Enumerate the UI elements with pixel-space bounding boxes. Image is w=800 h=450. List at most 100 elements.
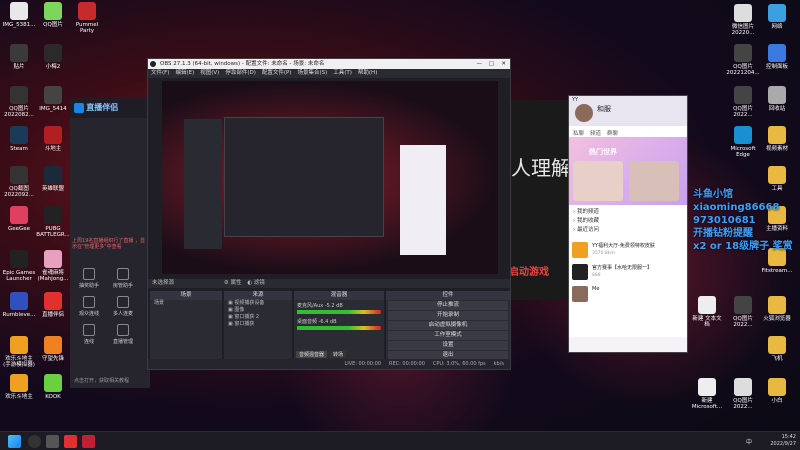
desktop-icon[interactable]: QQ图片 20221204...: [726, 44, 760, 76]
control-button[interactable]: 设置: [388, 341, 508, 350]
zhibo-bottom-hint[interactable]: 点击打开，获取相关教程: [74, 377, 129, 384]
obs-menu-item[interactable]: 编辑(E): [175, 69, 194, 78]
stream-sub: 启动游戏: [509, 267, 549, 278]
control-button[interactable]: 启动虚拟摄像机: [388, 321, 508, 330]
scene-item[interactable]: 场景: [150, 300, 222, 307]
desktop-icon[interactable]: Rumbleve...: [2, 292, 36, 318]
lang-indicator[interactable]: 中: [746, 437, 752, 446]
dock-scenes: 场景 场景: [150, 291, 222, 359]
source-item[interactable]: ▣ 视频捕获设备: [224, 300, 292, 307]
zhibo-window[interactable]: 直播伴侣 上周19名直播组织行了直播 ，显示在"管理更多"中查看 抽奖助手 房管助…: [70, 98, 150, 388]
yy-menu-item[interactable]: › 我的收藏: [573, 217, 683, 226]
desktop-icon[interactable]: QQ图片: [36, 2, 70, 28]
obs-menu-item[interactable]: 停靠部件(D): [225, 69, 256, 78]
zhibo-tool[interactable]: 房管助手: [108, 268, 138, 289]
yy-tab[interactable]: 频道: [590, 129, 601, 137]
maximize-icon[interactable]: □: [489, 59, 494, 69]
control-button[interactable]: 开始录制: [388, 311, 508, 320]
start-icon[interactable]: [8, 435, 21, 448]
desktop-icon[interactable]: QQ图片 2022082...: [2, 86, 36, 118]
source-item[interactable]: ▣ 窗口捕获: [224, 321, 292, 328]
obs-preview[interactable]: [162, 81, 498, 274]
filters-button[interactable]: 滤镜: [254, 280, 265, 286]
desktop-icon[interactable]: 微信图片 20220...: [726, 4, 760, 36]
close-icon[interactable]: ✕: [501, 59, 506, 69]
avatar[interactable]: [575, 104, 593, 122]
desktop-icon[interactable]: IMG_5414: [36, 86, 70, 112]
filter-icon[interactable]: ◐: [247, 280, 252, 286]
desktop-icon[interactable]: 控制面板: [760, 44, 794, 70]
obs-menu-item[interactable]: 视图(V): [200, 69, 219, 78]
desktop-icon[interactable]: 英雄联盟: [36, 166, 70, 192]
desktop-icon[interactable]: 新建 文本文档: [690, 296, 724, 328]
desktop-icon[interactable]: QQ图片 2022...: [726, 296, 760, 328]
desktop-icon[interactable]: 欢乐斗地主 (手游模拟器): [2, 336, 36, 368]
desktop-icon[interactable]: 视频素材: [760, 126, 794, 152]
desktop-icon[interactable]: 火狐浏览器: [760, 296, 794, 322]
stream-preview-window[interactable]: 人理解 启动游戏: [505, 100, 575, 300]
desktop-icon[interactable]: QQ图片 2022...: [726, 86, 760, 118]
yy-menu-item[interactable]: › 最近访问: [573, 226, 683, 235]
desktop-icon[interactable]: Microsoft Edge: [726, 126, 760, 158]
desktop-icon[interactable]: GeeGee: [2, 206, 36, 232]
desktop-icon[interactable]: 雀魂麻将 (Mahjong...: [36, 250, 70, 282]
desktop-icon[interactable]: QQ截图 2022092...: [2, 166, 36, 198]
yy-title: YY: [572, 97, 579, 103]
yy-list-row[interactable]: 官方赛事【水哈无限服一】 888: [572, 263, 684, 283]
yy-tab[interactable]: 群聊: [607, 129, 618, 137]
zhibo-tool[interactable]: 抽奖助手: [74, 268, 104, 289]
desktop-icon[interactable]: 小梅2: [36, 44, 70, 70]
desktop-icon[interactable]: QQ图片 2022...: [726, 378, 760, 410]
app-taskbar-icon[interactable]: [82, 435, 95, 448]
source-item[interactable]: ▣ 窗口捕获 2: [224, 314, 292, 321]
mixer-tab[interactable]: 转场: [330, 351, 347, 358]
desktop-icon[interactable]: 欢乐斗地主: [2, 374, 36, 400]
mixer-tab[interactable]: 音频混音器: [296, 351, 328, 358]
minimize-icon[interactable]: —: [477, 59, 483, 69]
desktop-icon[interactable]: 斗地主: [36, 126, 70, 152]
obs-window[interactable]: OBS 27.1.3 (64-bit, windows) - 配置文件: 未命名…: [147, 58, 511, 370]
desktop-icon[interactable]: 网络: [760, 4, 794, 30]
desktop-icon[interactable]: 守望先锋: [36, 336, 70, 362]
yy-list-row[interactable]: Me: [572, 285, 684, 305]
desktop-icon[interactable]: IMG_5381...: [2, 2, 36, 28]
zhibo-tool[interactable]: 连线: [74, 324, 104, 345]
app-icon: [10, 206, 28, 224]
obs-menu-item[interactable]: 帮助(H): [358, 69, 377, 78]
zhibo-tool[interactable]: 观众连线: [74, 296, 104, 317]
yy-banner[interactable]: 热门世界: [569, 137, 687, 205]
desktop-icon[interactable]: 直播伴侣: [36, 292, 70, 318]
clock[interactable]: 15:42 2022/9/27: [770, 434, 796, 448]
zhibo-tool[interactable]: 直播管理: [108, 324, 138, 345]
zhibo-tool[interactable]: 多人连麦: [108, 296, 138, 317]
yy-tab[interactable]: 私聊: [573, 129, 584, 137]
obs-menu-item[interactable]: 文件(F): [151, 69, 169, 78]
yy-menu-item[interactable]: › 我的频道: [573, 208, 683, 217]
desktop-icon[interactable]: Epic Games Launcher: [2, 250, 36, 282]
desktop-icon[interactable]: KOOK: [36, 374, 70, 400]
obs-menu-item[interactable]: 场景集合(S): [297, 69, 327, 78]
desktop-icon-label: QQ图片 20221204...: [726, 64, 760, 76]
yy-list-row[interactable]: YY福利大厅-免费领特权皮肤 3570.8km: [572, 241, 684, 261]
obs-menu-item[interactable]: 工具(T): [333, 69, 352, 78]
desktop-icon[interactable]: 新建 Microsoft...: [690, 378, 724, 410]
volume-meter[interactable]: [297, 310, 381, 314]
source-item[interactable]: ▣ 图像: [224, 307, 292, 314]
desktop-icon[interactable]: 回收站: [760, 86, 794, 112]
properties-button[interactable]: 属性: [230, 280, 241, 286]
obs-menu-item[interactable]: 配置文件(P): [262, 69, 292, 78]
control-button[interactable]: 停止推流: [388, 301, 508, 310]
control-button[interactable]: 工作室模式: [388, 331, 508, 340]
desktop-icon[interactable]: 贴片: [2, 44, 36, 70]
desktop-icon[interactable]: 飞机: [760, 336, 794, 362]
gear-icon[interactable]: ⚙: [224, 280, 229, 286]
desktop-icon[interactable]: Pummel Party: [70, 2, 104, 34]
desktop-icon[interactable]: 小白: [760, 378, 794, 404]
obs-taskbar-icon[interactable]: [28, 435, 41, 448]
desktop-icon[interactable]: PUBG BATTLEGR...: [36, 206, 70, 238]
volume-meter[interactable]: [297, 326, 381, 330]
settings-taskbar-icon[interactable]: [46, 435, 59, 448]
app-taskbar-icon[interactable]: [64, 435, 77, 448]
desktop-icon[interactable]: Steam: [2, 126, 36, 152]
yy-window[interactable]: YY 和服 私聊 频道 群聊 热门世界 › 我的频道 › 我的收藏 › 最近访问 YY福…: [568, 95, 688, 353]
